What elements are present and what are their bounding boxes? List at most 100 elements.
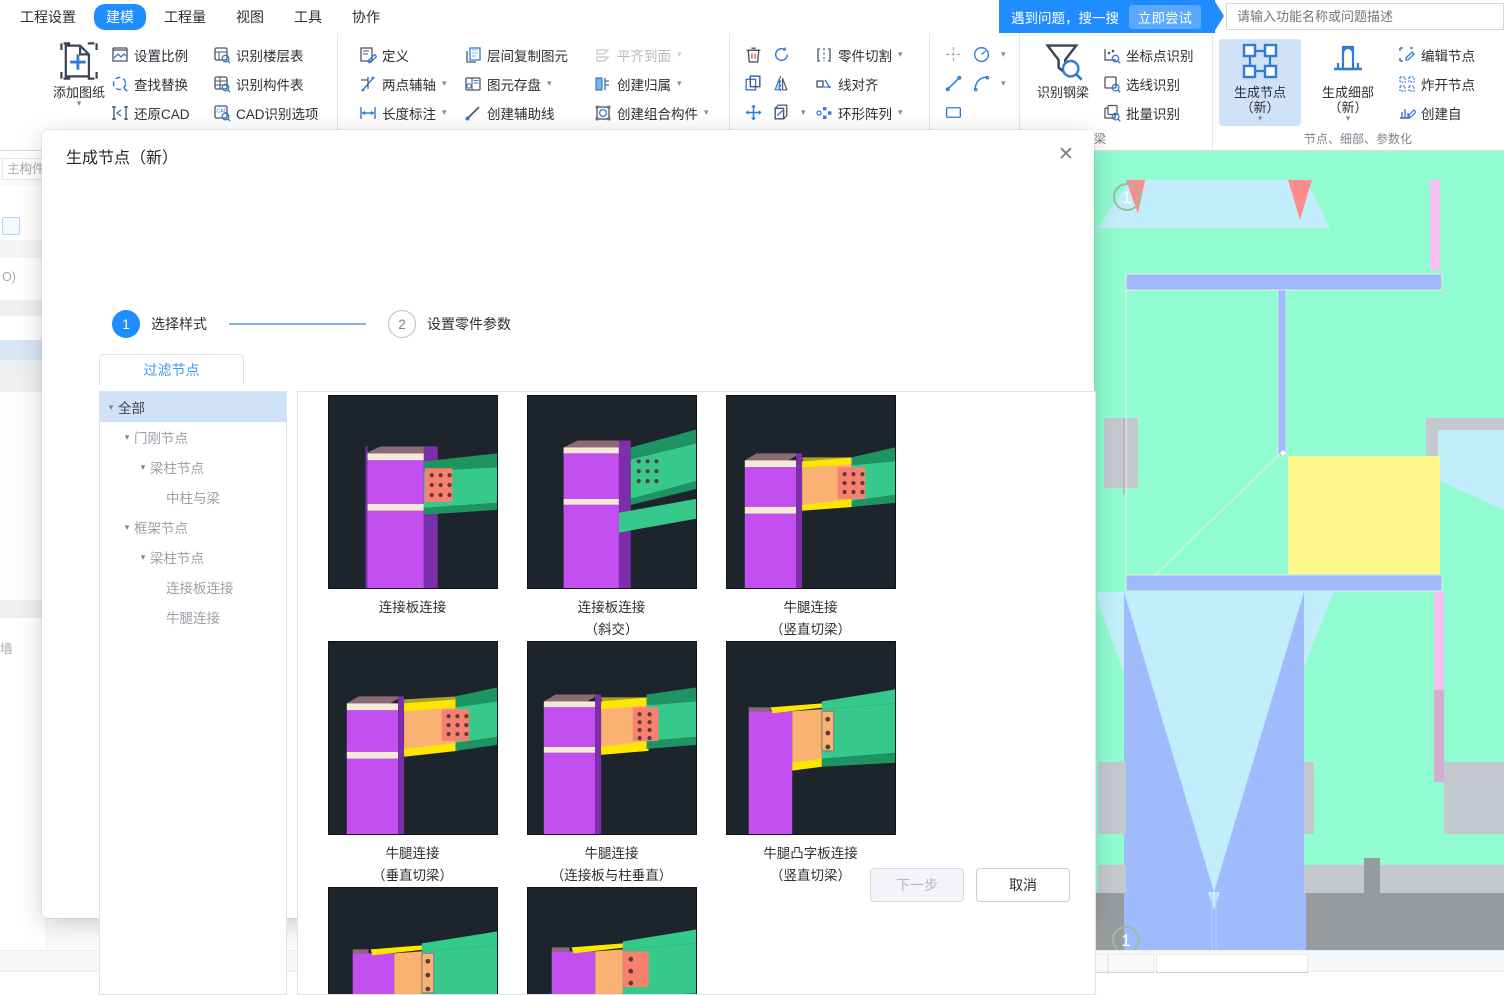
part-cut-icon [815, 46, 833, 64]
node-style-thumbnail[interactable] [527, 641, 697, 835]
recognize-steel-beam-button[interactable]: 识别钢梁 [1028, 39, 1098, 100]
edit-node-button[interactable]: 编辑节点 [1395, 41, 1478, 68]
line-tool-icon[interactable] [944, 74, 963, 93]
part-cut-caret-icon[interactable]: ▾ [898, 49, 903, 60]
save-element-caret-icon[interactable]: ▾ [547, 78, 552, 89]
circular-array-caret-icon[interactable]: ▾ [898, 107, 903, 118]
tree-twisty-icon[interactable]: ▾ [136, 462, 150, 473]
tree-item-label: 中柱与梁 [166, 487, 220, 507]
create-ownership-button[interactable]: 创建归属 ▾ [591, 70, 712, 97]
node-style-card[interactable]: 牛腿连接（垂直切梁） [313, 641, 512, 887]
menu-item-tools[interactable]: 工具 [282, 4, 334, 30]
ribbon-edit-row2 [744, 70, 806, 97]
node-style-card[interactable]: 牛腿连接（竖直切梁） [711, 395, 910, 641]
generate-detail-caret-icon[interactable]: ▾ [1346, 115, 1351, 122]
select-line-recognize-button[interactable]: 选线识别 [1100, 70, 1197, 97]
tree-twisty-icon[interactable]: ▾ [104, 402, 118, 413]
recognize-component-table-button[interactable]: 识别构件表 [210, 70, 322, 97]
menu-item-collaborate[interactable]: 协作 [340, 4, 392, 30]
tree-twisty-icon[interactable]: ▾ [136, 552, 150, 563]
create-ownership-caret-icon[interactable]: ▾ [677, 78, 682, 89]
promo-arrow-icon [1214, 0, 1224, 32]
node-style-card[interactable]: 连接板连接（斜交） [512, 395, 711, 641]
create-auxiliary-line-button[interactable]: 创建辅助线 [461, 99, 571, 126]
tree-item-label: 框架节点 [134, 517, 188, 537]
generate-node-button[interactable]: 生成节点（新） ▾ [1219, 39, 1301, 126]
define-button[interactable]: 定义 [356, 41, 450, 68]
tree-twisty-icon[interactable]: ▾ [120, 522, 134, 533]
tree-twisty-icon[interactable]: ▾ [120, 432, 134, 443]
extrude-caret-icon[interactable]: ▾ [801, 107, 806, 118]
rectangle-tool-icon[interactable] [944, 103, 963, 122]
circle-tool-icon[interactable] [972, 45, 991, 64]
tree-item[interactable]: 牛腿连接 [100, 602, 286, 632]
create-composite-component-button[interactable]: 创建组合构件 ▾ [591, 99, 712, 126]
node-style-thumbnail[interactable] [527, 395, 697, 589]
copy-between-floors-button[interactable]: 层间复制图元 [461, 41, 571, 68]
cad-options-button[interactable]: CAD CAD识别选项 [210, 99, 322, 126]
node-style-thumbnail[interactable] [726, 395, 896, 589]
tree-item[interactable]: 连接板连接 [100, 572, 286, 602]
restore-cad-button[interactable]: 还原CAD [108, 99, 193, 126]
node-style-thumbnail[interactable] [726, 641, 896, 835]
part-cut-button[interactable]: 零件切割 ▾ [812, 41, 906, 68]
generate-detail-button[interactable]: 生成细部（新） ▾ [1307, 39, 1389, 122]
node-style-card[interactable]: 牛腿凸字板连接（竖直切梁） [711, 641, 910, 887]
node-style-thumbnail[interactable] [328, 641, 498, 835]
tree-item[interactable]: ▾梁柱节点 [100, 542, 286, 572]
circle-tool-caret-icon[interactable]: ▾ [1001, 49, 1006, 60]
menu-item-quantity[interactable]: 工程量 [152, 4, 218, 30]
delete-icon[interactable] [744, 45, 763, 64]
point-snap-icon[interactable] [944, 45, 963, 64]
menu-item-project-settings[interactable]: 工程设置 [8, 4, 88, 30]
find-replace-label: 查找替换 [134, 74, 188, 94]
coordinate-point-recognize-label: 坐标点识别 [1126, 45, 1194, 65]
two-point-axis-button[interactable]: 两点辅轴 ▾ [356, 70, 450, 97]
recognize-component-table-label: 识别构件表 [236, 74, 304, 94]
ribbon-model-col3: 平齐到面 ▾ 创建归属 ▾ [591, 41, 712, 126]
circular-array-button[interactable]: 环形阵列 ▾ [812, 99, 906, 126]
cancel-button[interactable]: 取消 [976, 868, 1070, 902]
next-button[interactable]: 下一步 [870, 868, 964, 902]
tree-item[interactable]: ▾梁柱节点 [100, 452, 286, 482]
length-dimension-button[interactable]: 长度标注 ▾ [356, 99, 450, 126]
coordinate-point-recognize-button[interactable]: 坐标点识别 [1100, 41, 1197, 68]
save-element-button[interactable]: 图元存盘 ▾ [461, 70, 571, 97]
extrude-icon[interactable] [772, 103, 791, 122]
tree-item[interactable]: ▾全部 [100, 392, 286, 422]
ribbon-group-node: 生成节点（新） ▾ 生成细部（新） ▾ [1213, 33, 1504, 150]
global-search-box[interactable] [1226, 3, 1504, 30]
two-point-axis-caret-icon[interactable]: ▾ [442, 78, 447, 89]
step-1-label: 选择样式 [151, 314, 207, 334]
batch-recognize-button[interactable]: 批量识别 [1100, 99, 1197, 126]
tree-item[interactable]: ▾门刚节点 [100, 422, 286, 452]
node-style-card[interactable]: 连接板连接 [313, 395, 512, 641]
menu-item-view[interactable]: 视图 [224, 4, 276, 30]
mirror-icon[interactable] [772, 74, 791, 93]
length-dimension-caret-icon[interactable]: ▾ [442, 107, 447, 118]
menu-item-modeling[interactable]: 建模 [94, 4, 146, 30]
recognize-floor-table-button[interactable]: 识别楼层表 [210, 41, 322, 68]
find-replace-button[interactable]: 查找替换 [108, 70, 193, 97]
generate-node-caret-icon[interactable]: ▾ [1258, 115, 1263, 122]
rotate-icon[interactable] [772, 45, 791, 64]
tab-filter-nodes[interactable]: 过滤节点 [99, 354, 244, 385]
promo-try-button[interactable]: 立即尝试 [1129, 5, 1201, 29]
copy-icon[interactable] [744, 74, 763, 93]
line-align-button[interactable]: 线对齐 [812, 70, 906, 97]
set-scale-button[interactable]: 设置比例 [108, 41, 193, 68]
arc-tool-caret-icon[interactable]: ▾ [1001, 78, 1006, 89]
create-composite-component-caret-icon[interactable]: ▾ [704, 107, 709, 118]
global-search-input[interactable] [1235, 8, 1503, 25]
tree-item[interactable]: ▾框架节点 [100, 512, 286, 542]
tree-item[interactable]: 中柱与梁 [100, 482, 286, 512]
node-style-thumbnail[interactable] [328, 395, 498, 589]
create-custom-button[interactable]: 创建自 [1395, 99, 1478, 126]
circular-array-label: 环形阵列 [838, 103, 892, 123]
move-icon[interactable] [744, 103, 763, 122]
arc-tool-icon[interactable] [972, 74, 991, 93]
explode-node-button[interactable]: 炸开节点 [1395, 70, 1478, 97]
add-drawing-caret-icon[interactable]: ▾ [77, 100, 82, 107]
close-icon[interactable]: ✕ [1052, 140, 1080, 168]
node-style-card[interactable]: 牛腿连接（连接板与柱垂直） [512, 641, 711, 887]
